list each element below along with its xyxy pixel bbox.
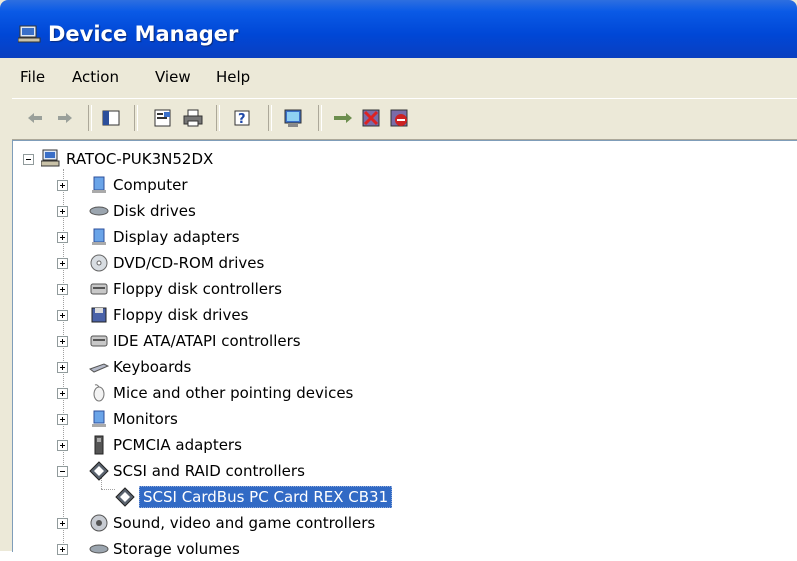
tree-item-scsi-and-raid-controllers[interactable]: SCSI and RAID controllers (13, 459, 493, 483)
tree-item-storage-volumes[interactable]: Storage volumes (13, 537, 493, 561)
show-hide-console-tree-icon[interactable] (100, 107, 122, 129)
scsi-icon (115, 487, 135, 507)
controller-icon (90, 283, 108, 295)
tree-item-floppy-disk-drives[interactable]: Floppy disk drives (13, 303, 493, 327)
tree-item-mice-and-other-pointing-devices[interactable]: Mice and other pointing devices (13, 381, 493, 405)
scan-hardware-icon[interactable] (282, 107, 304, 129)
menu-view[interactable]: View (155, 68, 191, 86)
device-manager-window: Device Manager File Action View Help ? R… (0, 0, 797, 558)
monitor-icon (92, 410, 106, 427)
tree-item-dvd-cd-rom-drives[interactable]: DVD/CD-ROM drives (13, 251, 493, 275)
collapse-toggle[interactable] (57, 466, 68, 477)
properties-icon[interactable] (152, 107, 174, 129)
mouse-icon (93, 384, 105, 402)
tree-item-keyboards[interactable]: Keyboards (13, 355, 493, 379)
svg-text:?: ? (238, 112, 246, 127)
tree-item-label: Floppy disk drives (113, 306, 249, 324)
expand-toggle[interactable] (57, 258, 68, 269)
tree-item-floppy-disk-controllers[interactable]: Floppy disk controllers (13, 277, 493, 301)
expand-toggle[interactable] (57, 232, 68, 243)
expand-toggle[interactable] (57, 362, 68, 373)
tree-item-label: SCSI and RAID controllers (113, 462, 305, 480)
back-arrow-icon[interactable] (24, 107, 46, 129)
tree-item-label: IDE ATA/ATAPI controllers (113, 332, 301, 350)
expand-toggle[interactable] (57, 206, 68, 217)
forward-arrow-icon[interactable] (54, 107, 76, 129)
expand-toggle[interactable] (57, 544, 68, 555)
tree-item-disk-drives[interactable]: Disk drives (13, 199, 493, 223)
computer-icon (41, 149, 60, 167)
toolbar-separator (318, 105, 322, 131)
tree-item-display-adapters[interactable]: Display adapters (13, 225, 493, 249)
tree-item-label: Monitors (113, 410, 178, 428)
tree-root-label: RATOC-PUK3N52DX (66, 150, 214, 168)
display-adapter-icon (92, 228, 106, 245)
tree-item-sound-video-and-game-controllers[interactable]: Sound, video and game controllers (13, 511, 493, 535)
tree-item-label: Display adapters (113, 228, 240, 246)
tree-item-label: PCMCIA adapters (113, 436, 242, 454)
keyboard-icon (89, 363, 109, 373)
scsi-icon (89, 461, 109, 481)
print-icon[interactable] (182, 107, 204, 129)
tree-item-pcmcia-adapters[interactable]: PCMCIA adapters (13, 433, 493, 457)
menu-help[interactable]: Help (216, 68, 250, 86)
sound-icon (90, 514, 108, 532)
toolbar-separator (88, 105, 92, 131)
tree-child-scsi-cardbus-pc-card[interactable]: SCSI CardBus PC Card REX CB31 (13, 485, 493, 509)
expand-toggle[interactable] (57, 336, 68, 347)
tree-root-row[interactable]: RATOC-PUK3N52DX (13, 147, 413, 171)
tree-item-label: DVD/CD-ROM drives (113, 254, 265, 272)
tree-item-label: Storage volumes (113, 540, 240, 558)
expand-toggle[interactable] (57, 180, 68, 191)
computer-icon (92, 176, 106, 193)
expand-toggle[interactable] (57, 414, 68, 425)
expand-toggle[interactable] (57, 440, 68, 451)
controller-icon (90, 335, 108, 347)
tree-item-computer[interactable]: Computer (13, 173, 493, 197)
tree-child-label: SCSI CardBus PC Card REX CB31 (139, 486, 393, 508)
menu-bar: File Action View Help (12, 64, 797, 94)
expand-toggle[interactable] (57, 310, 68, 321)
toolbar-separator (134, 105, 138, 131)
tree-item-label: Computer (113, 176, 188, 194)
floppy-icon (91, 307, 107, 323)
tree-item-monitors[interactable]: Monitors (13, 407, 493, 431)
expand-toggle[interactable] (57, 388, 68, 399)
device-tree: RATOC-PUK3N52DX Computer Disk drives Dis… (12, 140, 797, 558)
title-bar[interactable]: Device Manager (0, 0, 797, 58)
expand-toggle[interactable] (57, 518, 68, 529)
window-title: Device Manager (48, 22, 239, 46)
pcmcia-icon (94, 435, 104, 455)
tree-item-label: Disk drives (113, 202, 196, 220)
tree-item-label: Mice and other pointing devices (113, 384, 354, 402)
update-driver-icon[interactable] (332, 107, 354, 129)
toolbar-separator (216, 105, 220, 131)
device-manager-icon (18, 25, 41, 43)
tree-item-label: Floppy disk controllers (113, 280, 282, 298)
help-icon[interactable]: ? (232, 107, 254, 129)
tree-item-label: Sound, video and game controllers (113, 514, 376, 532)
storage-icon (89, 544, 109, 554)
toolbar-separator (268, 105, 272, 131)
tree-item-label: Keyboards (113, 358, 192, 376)
uninstall-icon[interactable] (360, 107, 382, 129)
disable-icon[interactable] (388, 107, 410, 129)
toolbar: ? (12, 98, 797, 140)
cd-rom-icon (90, 254, 108, 272)
menu-action[interactable]: Action (72, 68, 119, 86)
tree-item-ide-ata-atapi-controllers[interactable]: IDE ATA/ATAPI controllers (13, 329, 493, 353)
expand-toggle[interactable] (57, 284, 68, 295)
menu-file[interactable]: File (20, 68, 45, 86)
collapse-toggle[interactable] (23, 154, 34, 165)
disk-drive-icon (89, 206, 109, 216)
